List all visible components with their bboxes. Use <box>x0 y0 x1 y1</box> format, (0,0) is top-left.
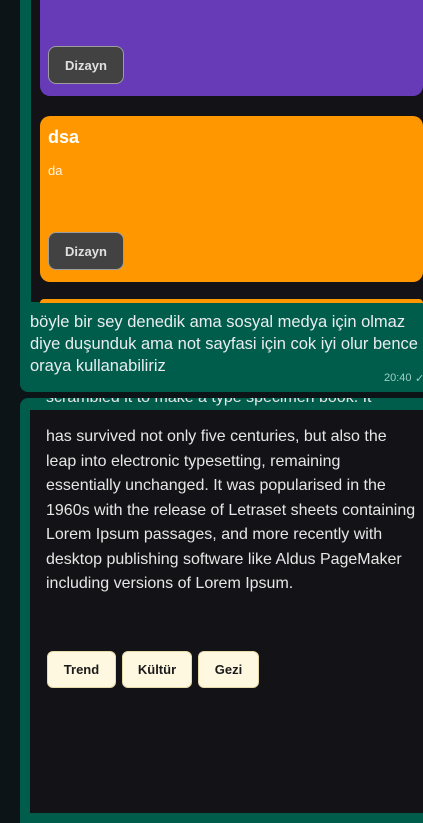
post-body-text: has survived not only five centuries, bu… <box>46 428 416 592</box>
message-timestamp: 20:40 <box>384 372 412 384</box>
tag-trend-button[interactable]: Trend <box>47 651 116 688</box>
post-text-cut-line: scrambled it to make a type specimen boo… <box>46 398 418 412</box>
message-text: böyle bir sey denedik ama sosyal medya i… <box>30 313 418 375</box>
design-button[interactable]: Dizayn <box>48 232 124 270</box>
note-card-subtitle: da <box>48 163 63 178</box>
note-card-title: dsa <box>48 127 80 147</box>
check-icon: ✓ <box>415 373 423 385</box>
post-cut-line-text: scrambled it to make a type specimen boo… <box>46 398 371 407</box>
tag-kultur-button[interactable]: Kültür <box>122 651 192 688</box>
design-button[interactable]: Dizayn <box>48 46 124 84</box>
note-card-next-edge <box>40 299 423 303</box>
tag-gezi-button[interactable]: Gezi <box>198 651 259 688</box>
